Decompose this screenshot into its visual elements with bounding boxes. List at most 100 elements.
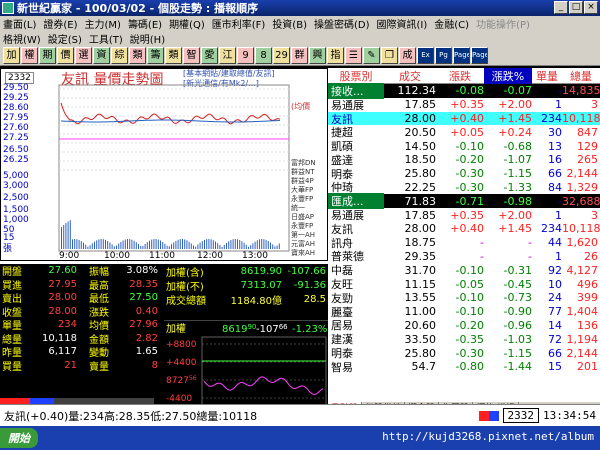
volume-bar xyxy=(186,240,188,249)
toolbar-button[interactable]: 期 xyxy=(39,47,56,64)
column-header[interactable]: 漲跌% xyxy=(484,67,532,84)
quote-value: 10,118 xyxy=(42,332,77,344)
toolbar-button[interactable]: ☰ xyxy=(345,47,362,64)
menu-item[interactable]: 匯市利率(F) xyxy=(212,16,266,31)
toolbar-button[interactable]: 權 xyxy=(21,47,38,64)
toolbar-button[interactable]: 群 xyxy=(291,47,308,64)
stock-total: 3 xyxy=(591,98,598,112)
menu-item[interactable]: 投資(B) xyxy=(272,16,307,31)
volume-bar xyxy=(243,242,245,249)
volume-bar xyxy=(160,240,161,249)
start-button[interactable]: 開始 xyxy=(0,428,38,448)
toolbar-button[interactable]: ✎ xyxy=(363,47,380,64)
volume-bar xyxy=(175,240,177,249)
menu-item[interactable]: 功能操作(P) xyxy=(476,16,530,31)
quote-row: 買進 27.95 最高 28.35 xyxy=(0,278,164,292)
stock-volume: 24 xyxy=(548,291,562,305)
toolbar-button[interactable]: 愛 xyxy=(201,47,218,64)
status-text: 友訊(+0.40)量:234高:28.35低:27.50總量:10118 xyxy=(4,409,258,423)
quote-value: 28.00 xyxy=(48,292,77,304)
toolbar-button[interactable]: 綜 xyxy=(111,47,128,64)
column-header[interactable]: 單量 xyxy=(532,68,562,84)
quote-value: 6,117 xyxy=(48,346,77,358)
toolbar-button[interactable]: ❐ xyxy=(381,47,398,64)
stock-volume: 84 xyxy=(548,180,562,194)
toolbar-button[interactable]: 指 xyxy=(327,47,344,64)
menu-item[interactable]: 操盤密碼(D) xyxy=(314,16,370,31)
column-header[interactable]: 成交 xyxy=(384,68,436,84)
quote-value: 27.96 xyxy=(129,319,158,331)
volume-bar xyxy=(166,245,168,249)
market-label: 成交總額 xyxy=(166,295,206,307)
menu-item[interactable]: 格視(W) xyxy=(3,31,41,46)
toolbar-button[interactable]: 類 xyxy=(129,47,146,64)
column-header[interactable]: 漲跌 xyxy=(436,68,484,84)
stock-pct: +1.45 xyxy=(498,222,532,236)
quote-row: 總量 10,118 金額 2.82 xyxy=(0,332,164,346)
toolbar-button[interactable]: 江 xyxy=(219,47,236,64)
volume-bar xyxy=(76,239,78,249)
toolbar-button[interactable]: 加 xyxy=(3,47,20,64)
toolbar-button[interactable]: 成 xyxy=(399,47,416,64)
toolbar-button[interactable]: 9 xyxy=(237,47,254,64)
menu-item[interactable]: 畫面(L) xyxy=(3,16,36,31)
toolbar-button[interactable]: Page xyxy=(471,47,488,64)
volume-bar xyxy=(206,239,208,249)
table-row[interactable]: 智易 54.7 -0.80 -1.44 15 201 xyxy=(328,360,600,374)
stock-price: 31.70 xyxy=(404,263,437,277)
toolbar-button[interactable]: 8 xyxy=(255,47,272,64)
toolbar-button[interactable]: Ex xyxy=(417,47,434,64)
toolbar-button[interactable]: 29 xyxy=(273,47,290,64)
menu-item[interactable]: 工具(T) xyxy=(89,31,123,46)
volume-bar xyxy=(199,242,201,249)
stock-code-input[interactable]: 2332 xyxy=(502,408,540,423)
volume-bar xyxy=(232,239,234,249)
close-button[interactable]: × xyxy=(584,1,598,14)
menu-item[interactable]: 國際資訊(I) xyxy=(377,16,428,31)
broker-label: 群益4P xyxy=(291,177,314,185)
menu-item[interactable]: 金融(C) xyxy=(434,16,469,31)
maximize-button[interactable]: □ xyxy=(569,1,583,14)
volume-bar xyxy=(171,244,172,249)
toolbar-button[interactable]: 資 xyxy=(93,47,110,64)
stock-pct: +2.00 xyxy=(498,208,532,222)
column-header[interactable]: 股票別 xyxy=(328,68,384,84)
menu-item[interactable]: 說明(H) xyxy=(130,31,165,46)
volume-bar xyxy=(72,239,73,249)
market-value: 1184.80億 xyxy=(230,295,282,307)
toolbar-button[interactable]: Page xyxy=(453,47,470,64)
price-line xyxy=(60,102,281,125)
market-row: 加權(不) 7313.07 -91.36 xyxy=(164,278,328,293)
stock-total: 201 xyxy=(577,360,598,374)
menu-item[interactable]: 籌碼(E) xyxy=(128,16,162,31)
stock-total: 265 xyxy=(577,153,598,167)
volume-bar xyxy=(226,242,227,249)
toolbar-button[interactable]: 類 xyxy=(165,47,182,64)
toolbar-button[interactable]: 選 xyxy=(75,47,92,64)
clock: 13:34:54 xyxy=(543,409,596,422)
toolbar-button[interactable]: 籌 xyxy=(147,47,164,64)
stock-list-panel: 股票別 成交 漲跌 漲跌% 單量 總量 接收... 112.34 -0.08 -0.07-14,… xyxy=(328,67,600,416)
volume-bar xyxy=(96,240,98,249)
volume-bar xyxy=(239,240,241,249)
stock-price: 17.85 xyxy=(404,98,437,112)
menu-item[interactable]: 期權(Q) xyxy=(169,16,205,31)
toolbar-button[interactable]: 興 xyxy=(309,47,326,64)
toolbar-button[interactable]: Pg xyxy=(435,47,452,64)
volume-bar xyxy=(173,242,175,249)
stock-change: -0.10 xyxy=(455,139,484,153)
minimize-button[interactable]: _ xyxy=(554,1,568,14)
menu-item[interactable]: 設定(S) xyxy=(48,31,82,46)
stock-total: 2,144 xyxy=(566,167,599,181)
menu-item[interactable]: 證券(E) xyxy=(43,16,77,31)
toolbar-button[interactable]: 價 xyxy=(57,47,74,64)
volume-bar xyxy=(65,223,67,249)
volume-bar xyxy=(113,246,115,249)
column-header[interactable]: 總量 xyxy=(562,68,600,84)
toolbar-button[interactable]: 智 xyxy=(183,47,200,64)
menu-item[interactable]: 主力(M) xyxy=(85,16,121,31)
volume-bar xyxy=(182,239,183,249)
broker-label: 永豐FP xyxy=(291,222,314,230)
stock-volume: 16 xyxy=(548,153,562,167)
volume-bar xyxy=(230,240,232,249)
